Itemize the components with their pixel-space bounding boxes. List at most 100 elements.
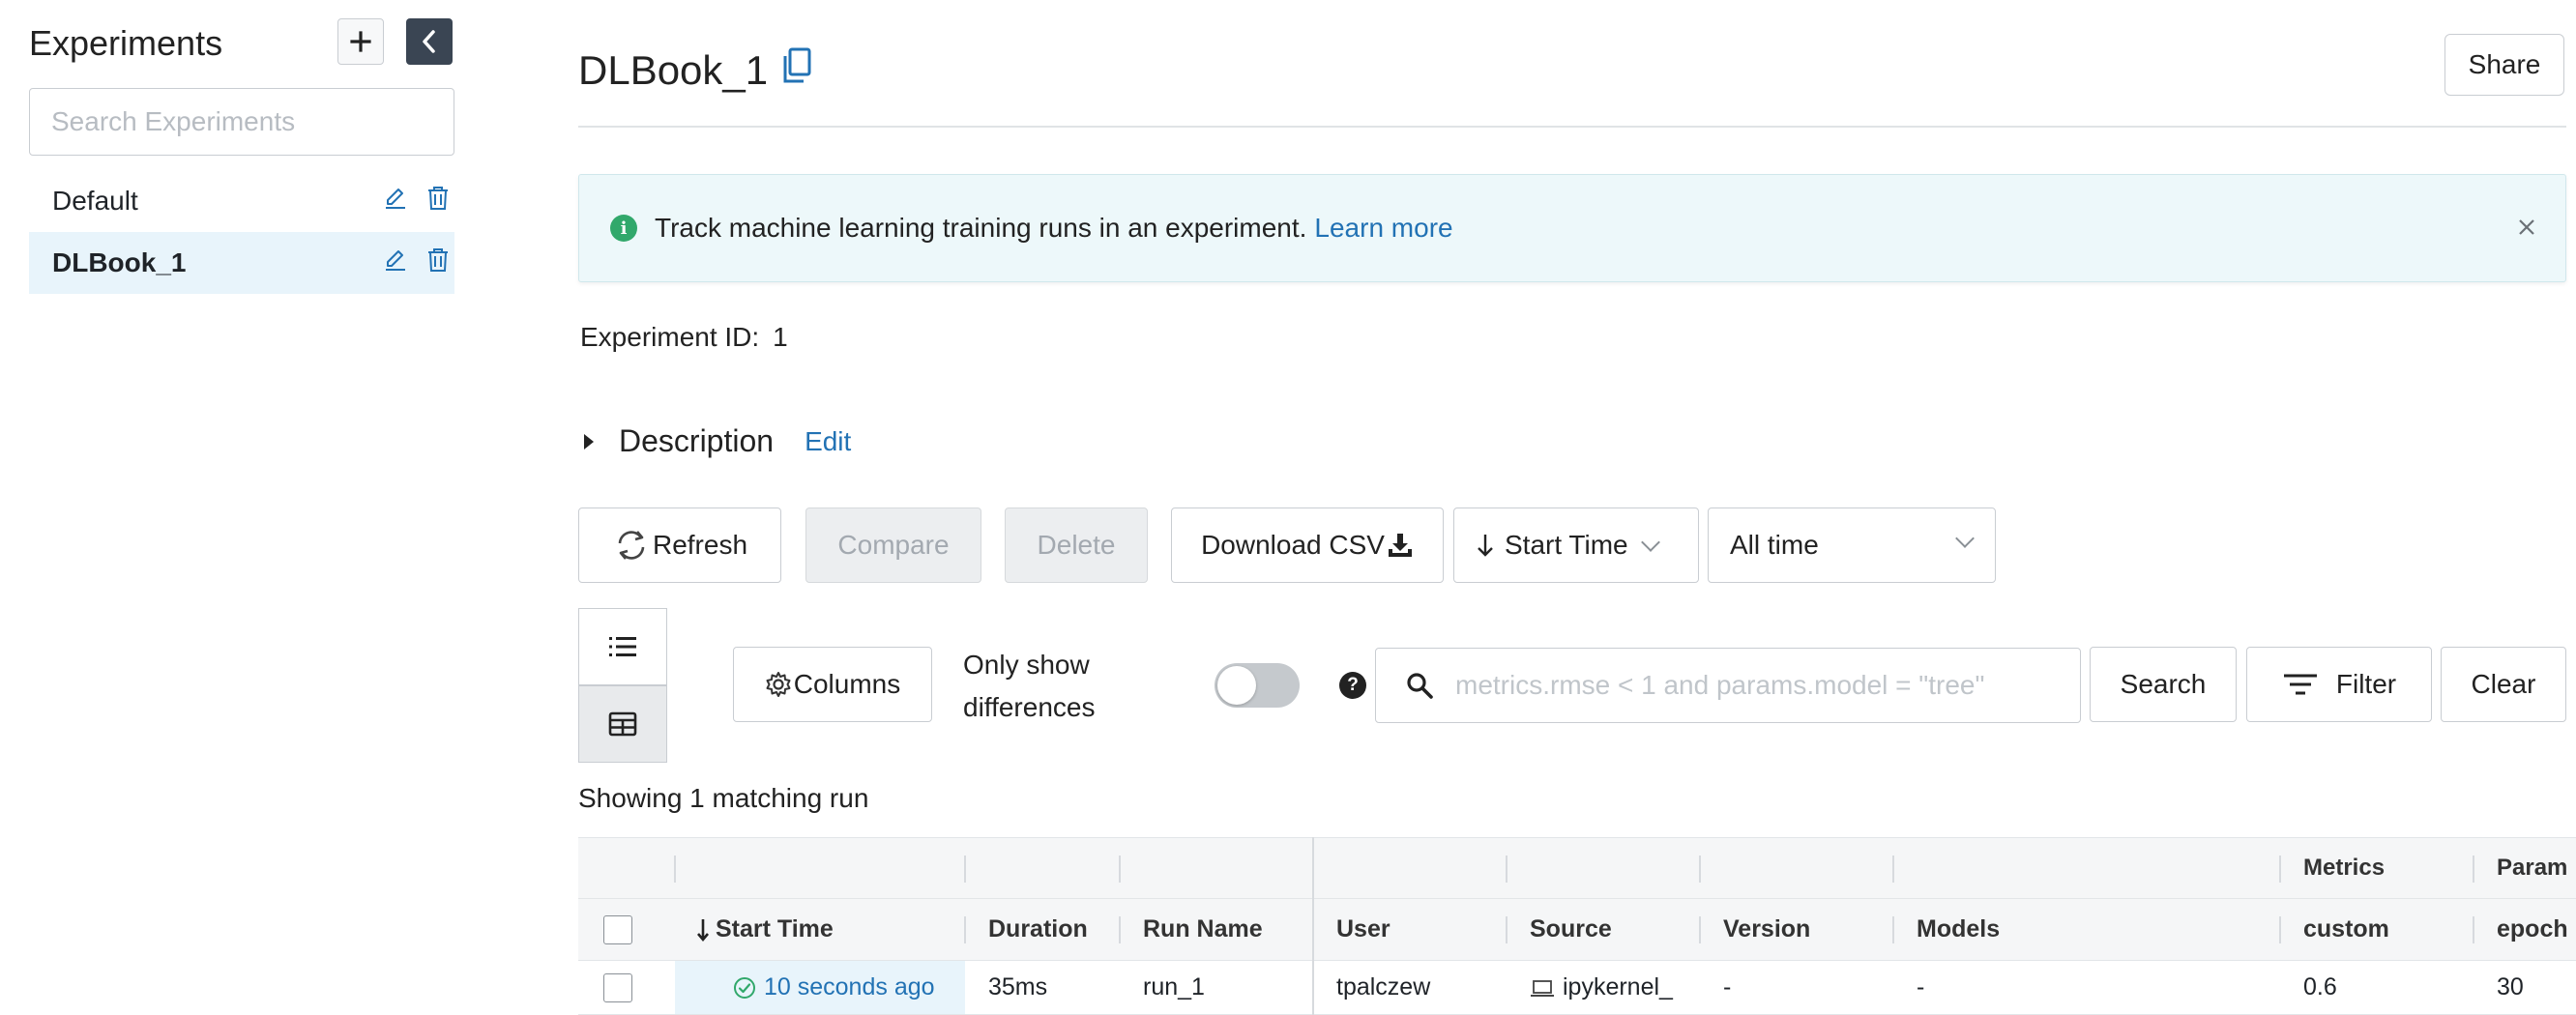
refresh-label: Refresh [652,530,748,560]
download-icon [1388,534,1412,557]
column-separator [1892,856,1894,883]
table-header-row: Start Time Duration Run Name User Source… [578,899,2576,961]
column-header-duration[interactable]: Duration [965,899,1088,960]
user-cell: tpalczew [1336,973,1431,1000]
duration-cell: 35ms [988,973,1048,1000]
search-icon [1407,673,1433,699]
experiment-name: DLBook_1 [578,47,769,93]
toggle-knob [1217,666,1256,705]
results-summary: Showing 1 matching run [578,783,869,813]
trash-icon[interactable] [425,246,451,280]
column-separator [1892,916,1894,943]
custom-metric-cell: 0.6 [2303,973,2337,1000]
filter-icon [2283,674,2317,695]
filter-label: Filter [2335,669,2397,699]
column-header-start-time[interactable]: Start Time [675,899,965,960]
chevron-left-icon [423,30,435,53]
only-diff-line-2: differences [963,692,1096,722]
share-button[interactable]: Share [2444,34,2564,96]
list-icon [609,637,636,656]
experiment-id-label: Experiment ID: [580,322,760,352]
table-row[interactable]: 10 seconds ago 35ms run_1 tpalczew ipyke… [578,961,2576,1015]
sidebar-title: Experiments [29,23,223,63]
column-header-run-name[interactable]: Run Name [1120,899,1263,960]
metrics-group-header: Metrics [2303,855,2386,881]
columns-button[interactable]: Columns [733,647,932,722]
plus-icon [350,31,371,52]
run-link[interactable]: 10 seconds ago [764,973,935,1001]
trash-icon[interactable] [425,185,451,218]
time-range-label: All time [1730,530,1819,560]
column-separator [674,856,676,883]
time-range-select[interactable]: All time [1708,508,1996,583]
chevron-down-icon [1640,533,1660,552]
download-csv-button[interactable]: Download CSV [1171,508,1444,583]
sidebar: Experiments Default DLBook_1 [0,0,464,1015]
sort-label: Start Time [1505,530,1628,560]
copy-icon[interactable] [781,46,812,95]
row-checkbox[interactable] [603,972,632,1002]
only-show-differences-toggle[interactable] [1215,663,1300,708]
sidebar-item-default[interactable]: Default [29,170,454,232]
divider [578,126,2566,128]
refresh-icon [618,531,645,560]
gear-icon [766,672,791,697]
column-header-user[interactable]: User [1313,899,1390,960]
column-separator [1699,856,1701,883]
run-search-input[interactable] [1455,670,2035,701]
column-separator [1506,916,1508,943]
params-group-header: Param [2497,855,2568,881]
columns-label: Columns [793,669,901,699]
experiment-id-value: 1 [773,322,788,352]
table-view-button[interactable] [578,685,667,763]
caret-right-icon[interactable] [584,433,594,450]
column-header-version[interactable]: Version [1700,899,1810,960]
info-icon: i [610,215,637,242]
select-all-checkbox[interactable] [603,914,632,944]
clear-button[interactable]: Clear [2441,647,2566,722]
success-check-icon [734,976,755,999]
start-time-cell[interactable]: 10 seconds ago [675,961,965,1014]
source-value: ipykernel_ [1563,973,1673,1000]
edit-icon[interactable] [383,247,408,279]
epoch-param-cell: 30 [2497,973,2524,1000]
compare-button[interactable]: Compare [805,508,981,583]
description-section: Description Edit [580,423,851,459]
column-header-models[interactable]: Models [1893,899,2000,960]
column-header-custom[interactable]: custom [2280,899,2389,960]
help-icon[interactable]: ? [1339,672,1366,699]
refresh-button[interactable]: Refresh [578,508,781,583]
column-separator [2473,916,2474,943]
search-button[interactable]: Search [2090,647,2237,722]
row-select-cell [578,961,675,1014]
column-header-epoch[interactable]: epoch [2474,899,2568,960]
source-cell: ipykernel_ [1507,961,1673,1014]
delete-button[interactable]: Delete [1005,508,1148,583]
column-header-source[interactable]: Source [1507,899,1612,960]
edit-description-link[interactable]: Edit [805,426,851,457]
column-separator [1119,916,1121,943]
column-separator [2279,916,2281,943]
sort-desc-icon [697,918,709,942]
arrow-down-icon [1478,535,1493,557]
run-search-box [1375,648,2081,723]
info-banner: i Track machine learning training runs i… [578,174,2566,282]
close-icon[interactable] [2517,212,2536,245]
list-view-button[interactable] [578,608,667,685]
add-experiment-button[interactable] [337,18,384,65]
edit-icon[interactable] [383,186,408,218]
filter-button[interactable]: Filter [2246,647,2432,722]
column-separator [964,856,966,883]
only-show-differences-label: Only show differences [963,644,1095,729]
frozen-column-divider [1312,837,1314,1015]
description-label[interactable]: Description [619,423,774,459]
download-label: Download CSV [1201,530,1385,560]
sidebar-item-dlbook-1[interactable]: DLBook_1 [29,232,454,294]
search-experiments-input[interactable] [29,88,454,156]
learn-more-link[interactable]: Learn more [1314,213,1452,244]
sort-select[interactable]: Start Time [1453,508,1699,583]
collapse-sidebar-button[interactable] [406,18,453,65]
only-diff-line-1: Only show [963,650,1090,680]
version-cell: - [1723,973,1732,1000]
chevron-down-icon [1955,529,1975,548]
